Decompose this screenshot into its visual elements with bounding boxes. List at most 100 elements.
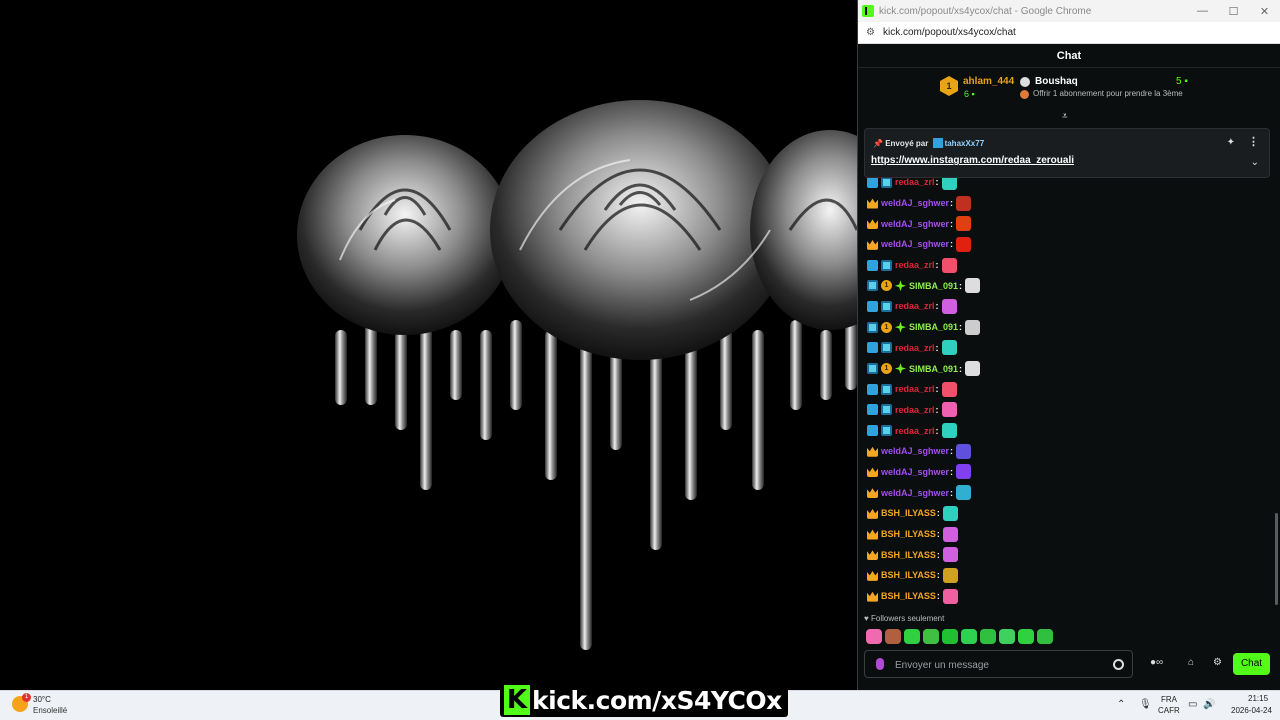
message-username[interactable]: weldAJ_sghwer [881,198,949,208]
message-username[interactable]: BSH_ILYASS [881,550,936,560]
emote-icon[interactable] [956,464,972,480]
emote-icon[interactable] [965,361,981,377]
message-separator: : [959,280,963,291]
message-separator: : [935,301,939,312]
minimize-button[interactable]: — [1187,5,1218,18]
microphone-tray-icon[interactable]: 🎙 [1139,699,1152,710]
message-separator: : [935,342,939,353]
emote-icon[interactable] [941,381,957,397]
emote-icon[interactable] [941,423,957,439]
message-username[interactable]: weldAJ_sghwer [881,239,949,249]
quick-emote-icon[interactable] [1018,629,1034,644]
clock-time[interactable]: 21:15 [1248,694,1268,703]
emoji-picker-icon[interactable] [1113,659,1124,670]
message-username[interactable]: redaa_zrl [895,384,935,394]
message-username[interactable]: SIMBA_091 [909,364,958,374]
collapse-pinned-icon[interactable]: ⩡ [1062,111,1068,122]
star-badge-icon [895,321,906,333]
emote-icon[interactable] [965,278,981,294]
message-username[interactable]: weldAJ_sghwer [881,467,949,477]
emote-icon[interactable] [956,195,972,211]
message-username[interactable]: weldAJ_sghwer [881,219,949,229]
maximize-button[interactable]: ☐ [1218,5,1249,18]
message-separator: : [959,363,963,374]
weather-condition[interactable]: Ensoleillé [33,706,67,715]
quick-emote-icon[interactable] [999,629,1015,644]
chat-message: redaa_zrl: [867,400,1267,421]
message-separator: : [950,466,954,477]
emote-icon[interactable] [956,216,972,232]
message-username[interactable]: redaa_zrl [895,177,935,187]
quick-emote-icon[interactable] [942,629,958,644]
message-username[interactable]: redaa_zrl [895,343,935,353]
address-bar[interactable]: ⚙ kick.com/popout/xs4ycox/chat [858,22,1280,44]
sub-badge-icon [881,425,892,437]
settings-gear-icon[interactable]: ⚙ [1213,657,1222,668]
chat-scrollbar[interactable] [1275,513,1278,605]
message-username[interactable]: BSH_ILYASS [881,508,936,518]
pinned-link[interactable]: https://www.instagram.com/redaa_zerouali [871,155,1074,166]
site-settings-icon[interactable]: ⚙ [866,28,875,38]
emote-icon[interactable] [941,257,957,273]
volume-icon[interactable]: 🔊 [1203,699,1215,710]
store-icon[interactable]: ⌂ [1188,657,1194,668]
message-username[interactable]: SIMBA_091 [909,281,958,291]
leaderboard-first-count: 6 ▪ [964,89,975,99]
network-icon[interactable]: ▭ [1188,699,1197,710]
message-username[interactable]: BSH_ILYASS [881,529,936,539]
close-button[interactable]: ✕ [1249,5,1280,18]
message-separator: : [935,177,939,188]
emote-icon[interactable] [941,402,957,418]
show-hidden-icons[interactable]: ⌃ [1117,699,1125,710]
second-count-value: 5 [1176,76,1182,87]
rewards-icon[interactable]: ●∞ [1150,657,1163,668]
quick-emote-icon[interactable] [904,629,920,644]
leaderboard-first-name[interactable]: ahlam_444 [963,76,1014,87]
chat-popout-window: kick.com/popout/xs4ycox/chat - Google Ch… [857,0,1280,690]
emote-icon[interactable] [956,443,972,459]
message-username[interactable]: redaa_zrl [895,405,935,415]
message-username[interactable]: redaa_zrl [895,426,935,436]
more-options-icon[interactable]: ⋮ [1248,135,1259,148]
chevron-down-icon[interactable]: ⌄ [1251,157,1259,168]
message-username[interactable]: redaa_zrl [895,260,935,270]
weather-alert-badge: 1 [22,693,31,702]
quick-emote-icon[interactable] [980,629,996,644]
emote-icon[interactable] [942,567,958,583]
message-username[interactable]: redaa_zrl [895,301,935,311]
clock-date[interactable]: 2026-04-24 [1231,706,1272,715]
pinned-user[interactable]: tahaxXx77 [945,139,985,148]
quick-emote-icon[interactable] [885,629,901,644]
quick-emote-icon[interactable] [866,629,882,644]
quick-emote-icon[interactable] [923,629,939,644]
pin-icon[interactable]: ✦ [1227,137,1235,148]
message-username[interactable]: weldAJ_sghwer [881,446,949,456]
chat-message-input[interactable] [895,656,1105,674]
pinned-message: 📌 Envoyé par tahaxXx77 https://www.insta… [864,128,1270,178]
chat-message: redaa_zrl: [867,379,1267,400]
message-username[interactable]: SIMBA_091 [909,322,958,332]
emote-icon[interactable] [941,340,957,356]
weather-temperature[interactable]: 30°C [33,695,51,704]
screen: kick.com/popout/xs4ycox/chat - Google Ch… [0,0,1280,720]
chat-message: 1 SIMBA_091: [867,317,1267,338]
send-chat-button[interactable]: Chat [1233,653,1270,675]
emote-icon[interactable] [956,236,972,252]
emote-icon[interactable] [941,298,957,314]
emote-icon[interactable] [942,505,958,521]
emote-icon[interactable] [942,588,958,604]
emote-icon[interactable] [956,485,972,501]
emote-icon[interactable] [942,547,958,563]
emote-icon[interactable] [942,526,958,542]
drip-shape [685,330,697,500]
input-language[interactable]: FRA [1161,695,1177,704]
message-username[interactable]: BSH_ILYASS [881,570,936,580]
leaderboard-second-name[interactable]: Boushaq [1035,76,1078,87]
quick-emote-icon[interactable] [1037,629,1053,644]
quick-emote-icon[interactable] [961,629,977,644]
message-username[interactable]: BSH_ILYASS [881,591,936,601]
keyboard-layout[interactable]: CAFR [1158,706,1180,715]
emote-icon[interactable] [965,319,981,335]
microphone-icon[interactable] [876,658,884,670]
message-username[interactable]: weldAJ_sghwer [881,488,949,498]
